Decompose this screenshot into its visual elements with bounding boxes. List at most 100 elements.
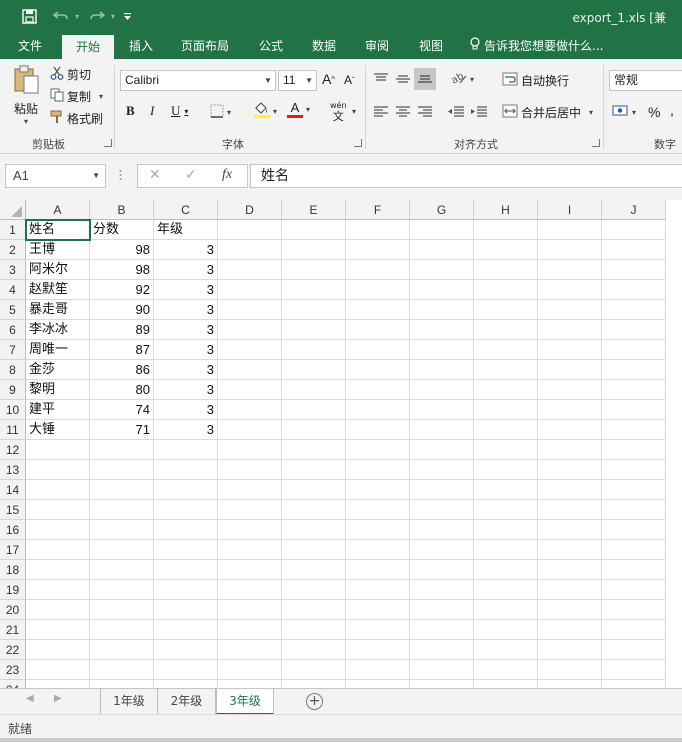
cell[interactable] [346, 360, 410, 380]
cell[interactable] [218, 560, 282, 580]
wrap-text-button[interactable]: 自动换行 [502, 72, 569, 89]
cell[interactable] [26, 660, 90, 680]
font-color-button[interactable]: A ▾ [287, 101, 310, 118]
cell[interactable] [410, 220, 474, 240]
save-icon[interactable] [18, 6, 40, 26]
select-all-corner[interactable] [0, 200, 26, 220]
cell[interactable] [474, 680, 538, 688]
undo-dropdown-icon[interactable]: ▾ [72, 6, 82, 26]
cell[interactable] [538, 340, 602, 360]
cell[interactable] [602, 300, 666, 320]
cell[interactable] [346, 640, 410, 660]
cell[interactable] [474, 580, 538, 600]
cell[interactable] [474, 480, 538, 500]
cell[interactable] [282, 400, 346, 420]
cell[interactable]: 3 [154, 400, 218, 420]
column-header[interactable]: D [218, 200, 282, 220]
cell[interactable] [474, 560, 538, 580]
bold-button[interactable]: B [126, 103, 135, 119]
cell[interactable] [346, 320, 410, 340]
cell[interactable] [538, 580, 602, 600]
cell[interactable] [218, 540, 282, 560]
cell[interactable] [602, 280, 666, 300]
row-header[interactable]: 22 [0, 640, 26, 660]
cell[interactable] [602, 660, 666, 680]
cell[interactable] [90, 660, 154, 680]
cell[interactable]: 大锤 [26, 420, 90, 440]
cell[interactable] [602, 560, 666, 580]
cell[interactable] [538, 360, 602, 380]
cell[interactable] [26, 620, 90, 640]
cell[interactable] [90, 680, 154, 688]
tab-file[interactable]: 文件 [6, 33, 54, 59]
cell[interactable] [154, 660, 218, 680]
row-header[interactable]: 11 [0, 420, 26, 440]
tab-view[interactable]: 视图 [410, 33, 452, 59]
cell[interactable]: 3 [154, 360, 218, 380]
cell[interactable] [410, 340, 474, 360]
tab-formulas[interactable]: 公式 [250, 33, 292, 59]
cell[interactable] [346, 560, 410, 580]
cell[interactable] [410, 680, 474, 688]
scroll-sheets-left-icon[interactable]: ◀ [26, 693, 34, 704]
cell[interactable] [602, 400, 666, 420]
cell[interactable] [474, 620, 538, 640]
cell[interactable] [410, 640, 474, 660]
cell[interactable] [346, 460, 410, 480]
cell[interactable] [538, 280, 602, 300]
number-format-combo[interactable]: 常规 [609, 70, 682, 91]
enter-icon[interactable]: ✓ [185, 167, 197, 183]
cell[interactable]: 建平 [26, 400, 90, 420]
cell[interactable] [154, 600, 218, 620]
cell[interactable] [602, 420, 666, 440]
cell[interactable] [282, 420, 346, 440]
cell[interactable] [90, 500, 154, 520]
cell[interactable] [538, 540, 602, 560]
cell[interactable]: 98 [90, 240, 154, 260]
shrink-font-button[interactable]: Aˇ [344, 73, 355, 87]
cell[interactable] [410, 500, 474, 520]
cell[interactable] [602, 220, 666, 240]
cell[interactable]: 3 [154, 320, 218, 340]
cell[interactable] [218, 240, 282, 260]
cell[interactable] [410, 360, 474, 380]
cell[interactable] [410, 280, 474, 300]
cell[interactable] [218, 480, 282, 500]
row-header[interactable]: 6 [0, 320, 26, 340]
cell[interactable] [218, 600, 282, 620]
cell[interactable] [538, 520, 602, 540]
cell[interactable] [538, 640, 602, 660]
cell[interactable] [410, 320, 474, 340]
cell[interactable] [90, 460, 154, 480]
cancel-icon[interactable]: ✕ [149, 167, 161, 183]
cell[interactable] [218, 280, 282, 300]
row-header[interactable]: 5 [0, 300, 26, 320]
row-header[interactable]: 7 [0, 340, 26, 360]
cell[interactable] [282, 580, 346, 600]
phonetic-button[interactable]: wén 文 [330, 100, 347, 122]
cell[interactable] [474, 380, 538, 400]
cell[interactable] [410, 560, 474, 580]
cell[interactable]: 98 [90, 260, 154, 280]
cell[interactable] [346, 680, 410, 688]
cell[interactable] [410, 460, 474, 480]
row-header[interactable]: 8 [0, 360, 26, 380]
cell[interactable] [474, 500, 538, 520]
cut-button[interactable]: 剪切 [50, 65, 91, 83]
align-middle-button[interactable] [395, 72, 411, 89]
cell[interactable] [154, 640, 218, 660]
cell[interactable] [474, 280, 538, 300]
cell[interactable] [154, 500, 218, 520]
cell[interactable]: 92 [90, 280, 154, 300]
cell[interactable]: 87 [90, 340, 154, 360]
cell[interactable] [346, 300, 410, 320]
scroll-sheets-right-icon[interactable]: ▶ [54, 693, 62, 704]
cell[interactable] [474, 440, 538, 460]
cell[interactable] [602, 320, 666, 340]
cell[interactable] [538, 620, 602, 640]
borders-button[interactable]: ▾ [210, 104, 231, 121]
cell[interactable] [218, 660, 282, 680]
cell[interactable] [282, 280, 346, 300]
cell[interactable] [282, 360, 346, 380]
cell[interactable]: 71 [90, 420, 154, 440]
